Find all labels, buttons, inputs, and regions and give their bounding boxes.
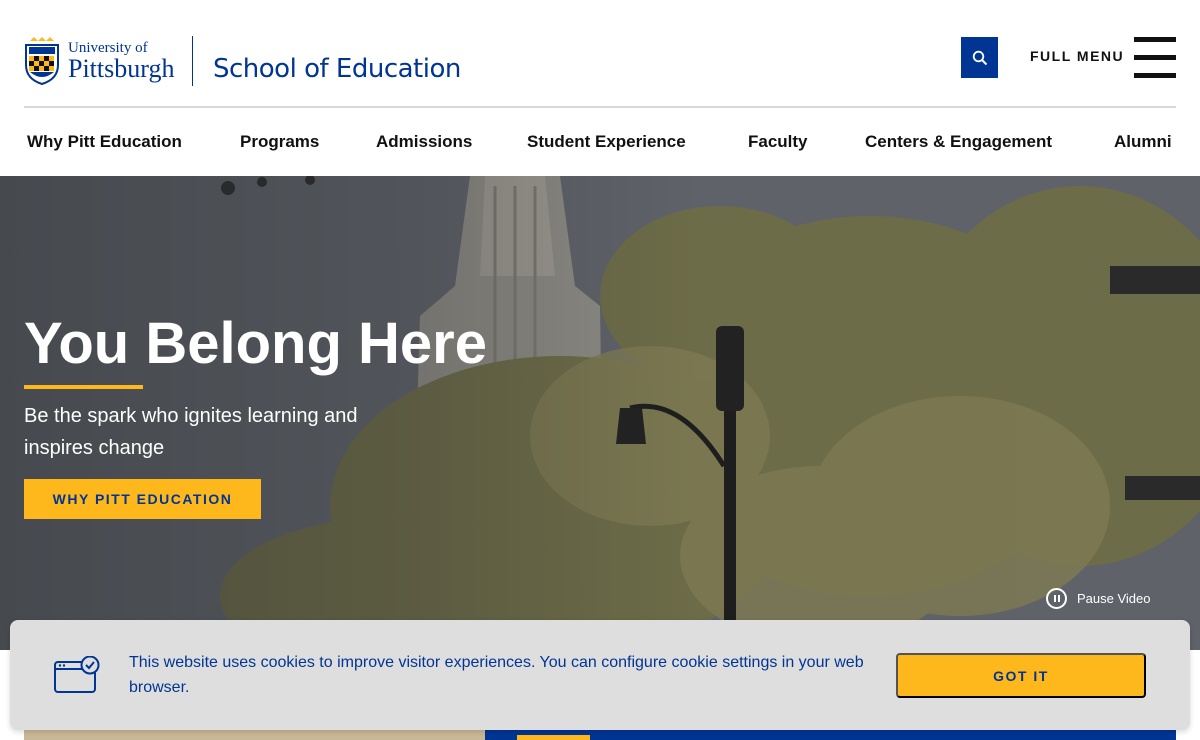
why-pitt-education-button[interactable]: WHY PITT EDUCATION	[24, 479, 261, 519]
full-menu-label[interactable]: FULL MENU	[1030, 48, 1124, 64]
search-button[interactable]	[961, 37, 998, 78]
browser-check-icon	[54, 656, 100, 693]
nav-item-admissions[interactable]: Admissions	[376, 132, 472, 152]
hero-accent-bar	[24, 385, 143, 389]
school-name[interactable]: School of Education	[213, 54, 461, 84]
got-it-button[interactable]: GOT IT	[896, 653, 1146, 698]
pause-icon	[1046, 588, 1067, 609]
nav-item-faculty[interactable]: Faculty	[748, 132, 808, 152]
cookie-banner: This website uses cookies to improve vis…	[10, 620, 1190, 730]
search-icon	[972, 50, 987, 65]
nav-item-programs[interactable]: Programs	[240, 132, 319, 152]
feature-accent-bar	[517, 735, 590, 740]
cookie-message: This website uses cookies to improve vis…	[129, 654, 864, 696]
nav-item-why-pitt-education[interactable]: Why Pitt Education	[27, 132, 182, 152]
hero-title: You Belong Here	[24, 311, 487, 376]
site-header: University of Pittsburgh School of Educa…	[0, 0, 1200, 176]
main-nav: Why Pitt Education Programs Admissions S…	[0, 108, 1200, 176]
university-wordmark: University of Pittsburgh	[68, 40, 175, 83]
logo-divider	[192, 36, 193, 86]
nav-item-centers-engagement[interactable]: Centers & Engagement	[865, 132, 1052, 152]
hamburger-icon[interactable]	[1134, 37, 1176, 78]
nav-item-student-experience[interactable]: Student Experience	[527, 132, 686, 152]
hero-section: You Belong Here Be the spark who ignites…	[0, 176, 1200, 650]
university-logo[interactable]: University of Pittsburgh	[24, 37, 174, 85]
pause-video-button[interactable]: Pause Video	[1046, 588, 1151, 609]
pause-video-label: Pause Video	[1077, 591, 1151, 606]
hero-subtitle: Be the spark who ignites learning and in…	[24, 405, 358, 459]
pitt-shield-icon	[25, 37, 59, 85]
nav-item-alumni[interactable]: Alumni	[1114, 132, 1172, 152]
university-line2: Pittsburgh	[68, 53, 175, 83]
